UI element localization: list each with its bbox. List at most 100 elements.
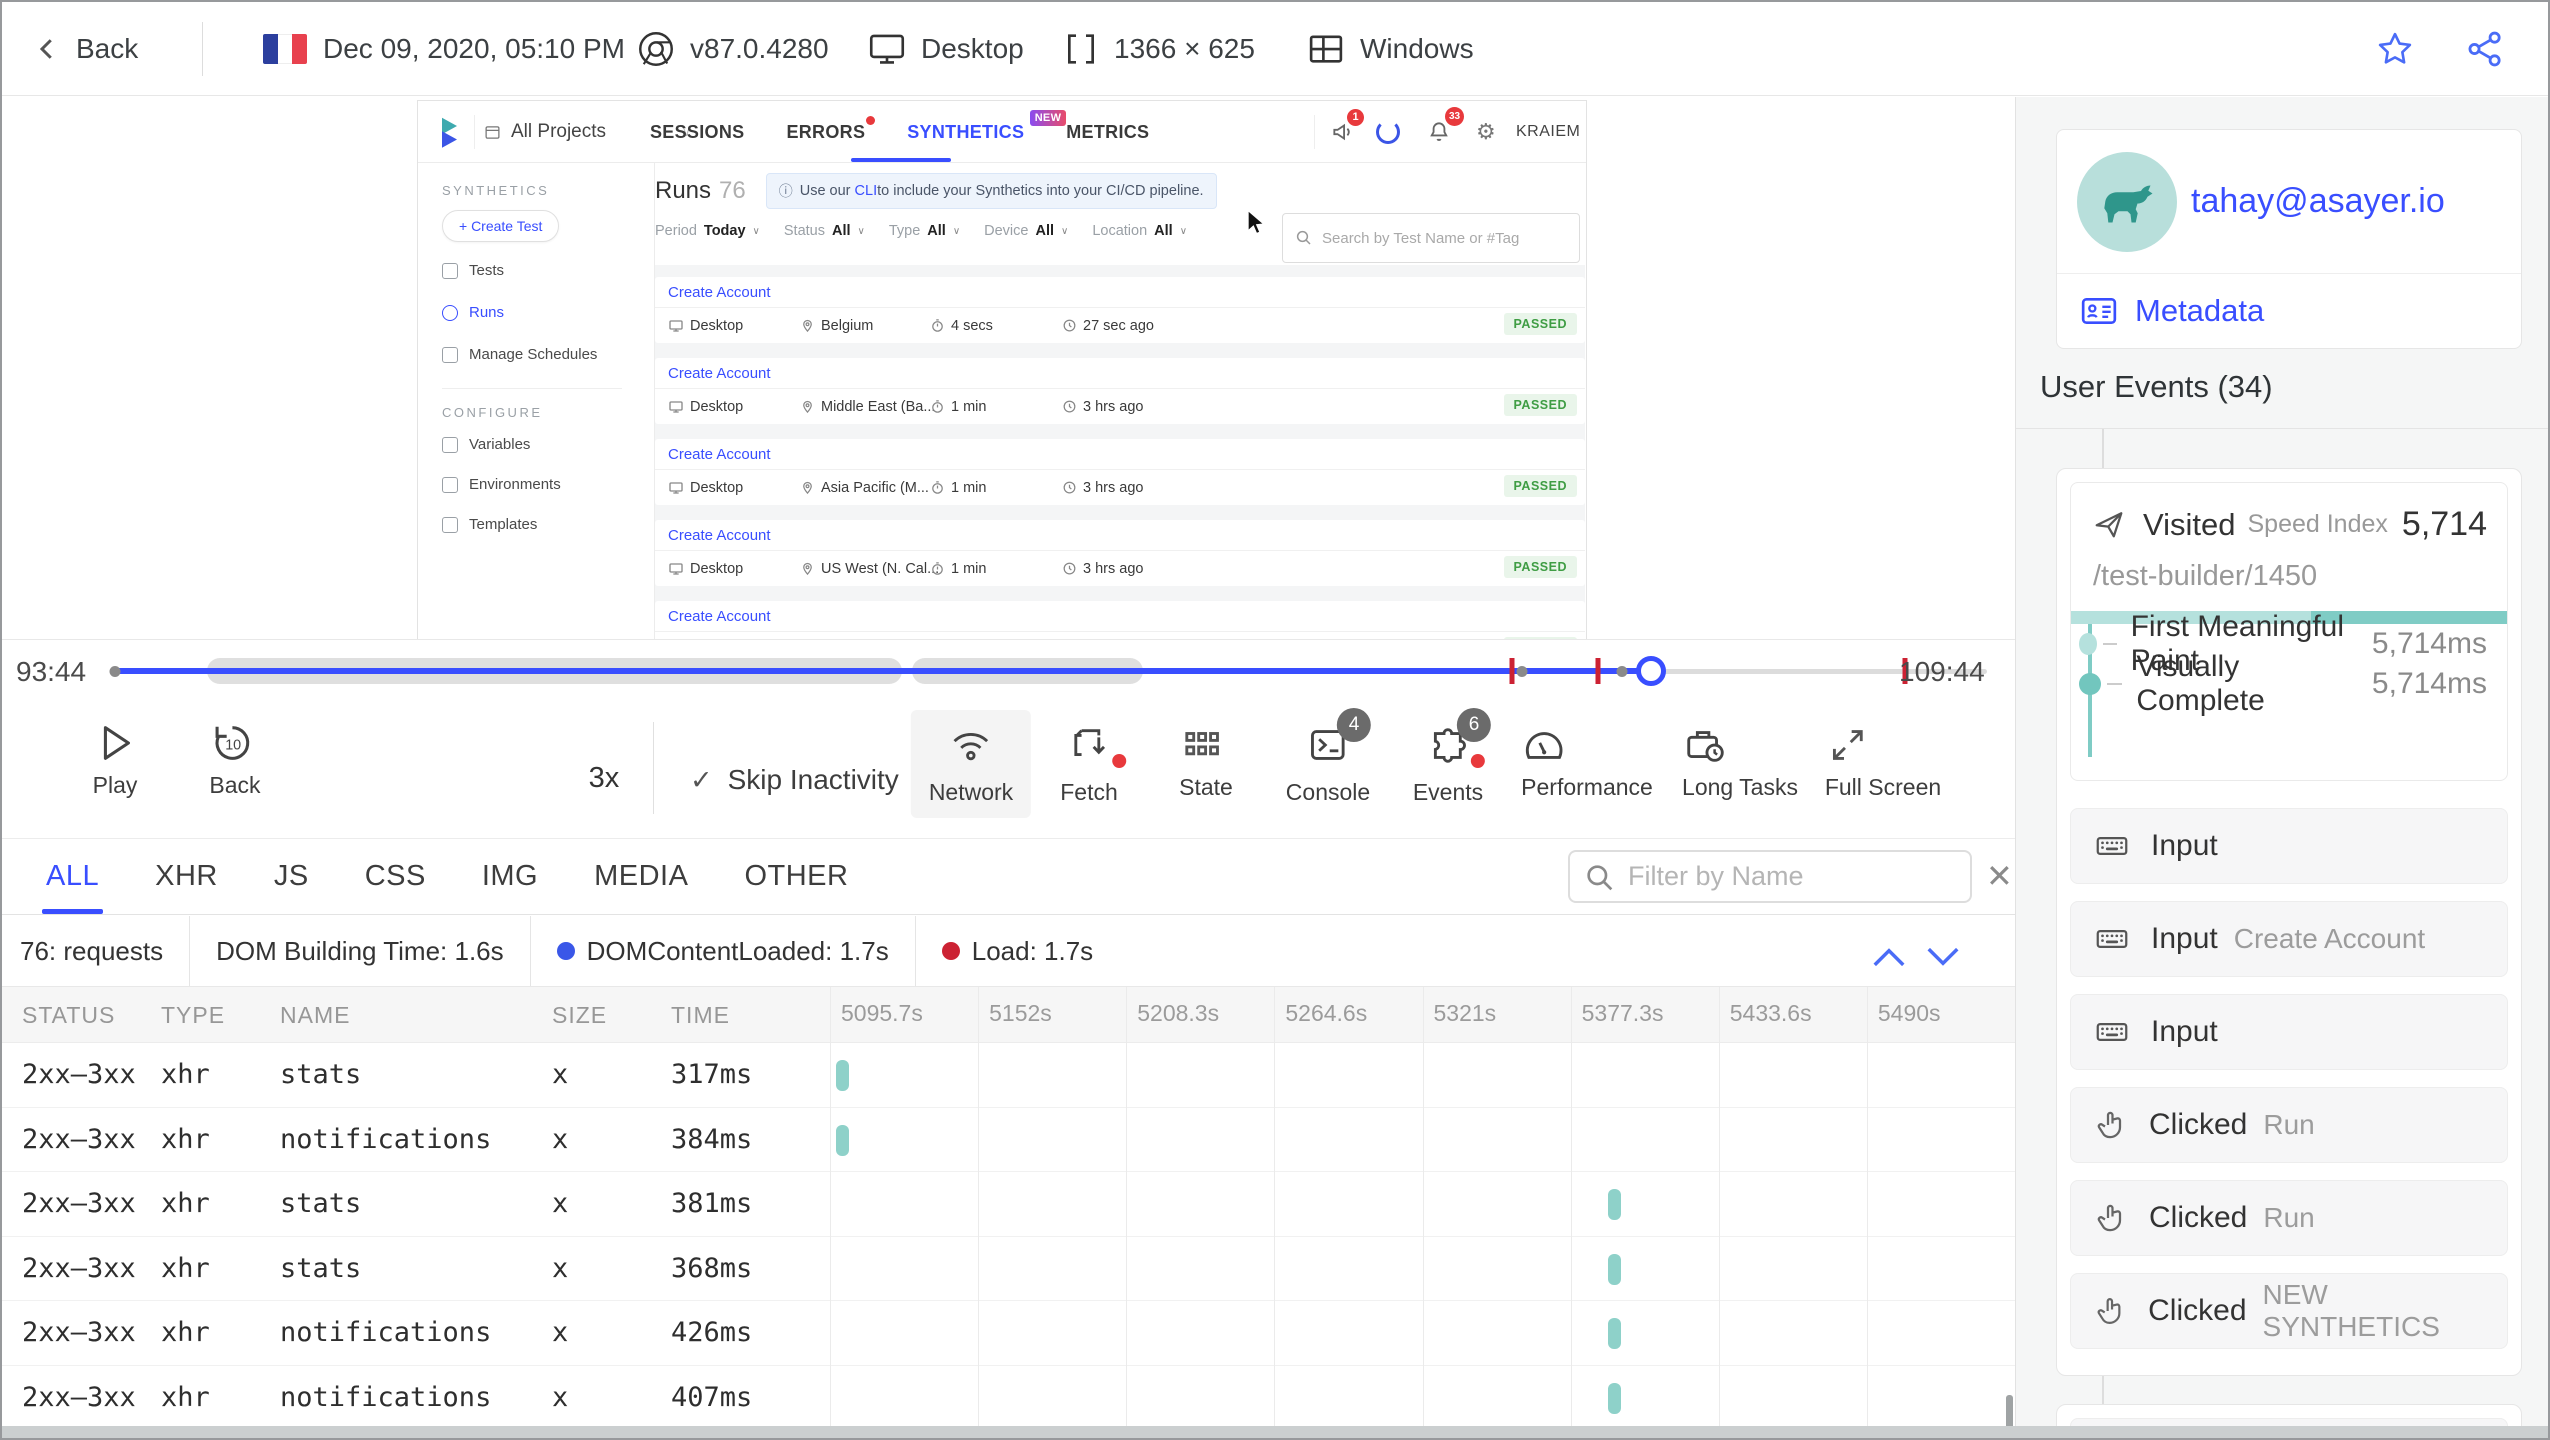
announce-badge: 1 [1347, 109, 1364, 126]
visited-event-card[interactable]: Visited Speed Index 5,714 /test-builder/… [2070, 482, 2508, 781]
run-row: Create Account Desktop Asia Pacific (M..… [655, 439, 1585, 505]
console-panel-button[interactable]: 4 Console [1268, 708, 1388, 818]
session-country-flag: Dec 09, 2020, 05:10 PM [263, 2, 625, 96]
network-type-tab[interactable]: XHR [155, 839, 218, 914]
announcements-icon: 1 [1330, 101, 1364, 163]
performance-panel-button[interactable]: Performance [1503, 710, 1671, 813]
metric-dash [2106, 683, 2123, 685]
sidebar-item-icon [442, 346, 458, 363]
network-type-tab[interactable]: OTHER [744, 839, 848, 914]
user-email-link[interactable]: tahay@asayer.io [2191, 182, 2445, 221]
project-selector-label: All Projects [511, 121, 607, 142]
red-dot-icon [941, 942, 960, 960]
play-icon [103, 726, 130, 760]
long-tasks-panel-button[interactable]: Long Tasks [1664, 710, 1816, 813]
windows-icon [1309, 35, 1343, 63]
event-connector [2102, 429, 2104, 468]
speed-toggle[interactable]: 3x [589, 762, 620, 795]
player-timeline[interactable]: 93:44 109:44 [2, 639, 2015, 702]
runs-filter: Location All ∨ [1092, 223, 1188, 239]
event-dot[interactable] [109, 666, 121, 677]
status-badge: PASSED [1503, 394, 1577, 416]
skip-inactivity-toggle[interactable]: ✓ Skip Inactivity [690, 764, 899, 796]
stopwatch-icon [932, 481, 943, 494]
state-panel-button[interactable]: State [1161, 710, 1251, 813]
sidebar-item-icon [442, 304, 458, 321]
favorite-button[interactable] [2374, 2, 2416, 96]
vertical-scrollbar-thumb[interactable] [2006, 1395, 2013, 1429]
network-request-row[interactable]: 2xx–3xx xhr notifications x 407ms [2, 1366, 2015, 1430]
back-label: Back [76, 33, 139, 64]
run-row: Create Account Desktop US West (N. Cal..… [655, 520, 1585, 586]
chevron-down-icon: ∨ [1061, 225, 1069, 237]
network-request-row[interactable]: 2xx–3xx xhr notifications x 384ms [2, 1108, 2015, 1172]
france-flag-icon [263, 34, 307, 64]
horizontal-scrollbar[interactable] [2, 1426, 2548, 1438]
network-request-row[interactable]: 2xx–3xx xhr notifications x 426ms [2, 1301, 2015, 1366]
network-request-row[interactable]: 2xx–3xx xhr stats x 368ms [2, 1237, 2015, 1301]
user-event-item[interactable]: Clicked Run [2070, 1087, 2508, 1163]
back-button[interactable]: Back [32, 2, 138, 96]
network-type-tab[interactable]: CSS [365, 839, 426, 914]
metadata-button[interactable]: Metadata [2057, 274, 2521, 348]
fetch-panel-button[interactable]: Fetch [1042, 710, 1136, 818]
request-timing-bar [836, 1060, 849, 1091]
user-event-item[interactable]: Input [2070, 808, 2508, 884]
stopwatch-icon [932, 562, 943, 575]
network-request-row[interactable]: 2xx–3xx xhr stats x 381ms [2, 1172, 2015, 1237]
cli-banner: ⓘ Use our CLI to include your Synthetics… [765, 173, 1217, 209]
event-dot[interactable] [1516, 666, 1528, 677]
event-tick[interactable] [1595, 658, 1601, 684]
event-dot[interactable] [1616, 666, 1628, 677]
timeline-progress [115, 668, 1651, 674]
play-button[interactable]: Play [92, 720, 138, 799]
mouse-cursor [1244, 209, 1268, 237]
network-type-tab[interactable]: MEDIA [594, 839, 688, 914]
dom-building-time: DOM Building Time: 1.6s [216, 935, 504, 966]
speed-index-value: 5,714 [2401, 505, 2487, 543]
kebab-menu-icon: ⋮ [1578, 101, 1586, 163]
red-dot-icon [866, 115, 876, 125]
chevron-left-icon [39, 39, 52, 59]
sidebar-item-icon [442, 476, 458, 493]
speed-index-label: Speed Index [2247, 510, 2388, 538]
run-name-link: Create Account [655, 358, 1585, 389]
share-button[interactable] [2464, 2, 2506, 96]
location-pin-icon [803, 481, 812, 495]
full-screen-icon [1832, 730, 1863, 760]
full-screen-button[interactable]: Full Screen [1807, 710, 1959, 813]
next-event-button[interactable] [1924, 944, 1962, 970]
prev-event-button[interactable] [1870, 944, 1908, 970]
network-filter-input[interactable] [1626, 852, 1956, 901]
network-type-tab[interactable]: ALL [41, 839, 104, 914]
notifications-bell-icon: 33 [1426, 101, 1464, 163]
back-10s-button[interactable]: 10 Back [209, 720, 261, 799]
visited-url: /test-builder/1450 [2093, 560, 2318, 592]
user-events-title: User Events (34) [2040, 369, 2273, 404]
events-panel-button[interactable]: 6 Events [1395, 708, 1501, 818]
user-event-item[interactable]: Clicked Run [2070, 1180, 2508, 1256]
replayed-app-header: All Projects ∨ SESSIONS ERRORS SYNTHETIC… [418, 101, 1586, 163]
paint-metric-row: Visually Complete 5,714ms [2071, 650, 2507, 717]
event-tick[interactable] [1509, 658, 1515, 684]
status-badge: PASSED [1503, 475, 1577, 497]
search-icon [1296, 230, 1311, 245]
user-event-item[interactable]: Input [2070, 994, 2508, 1070]
network-request-row[interactable]: 2xx–3xx xhr stats x 317ms [2, 1043, 2015, 1108]
network-filter-field[interactable] [1568, 850, 1972, 903]
state-icon [1185, 732, 1219, 756]
monitor-icon [869, 34, 905, 64]
user-event-item[interactable]: Input Create Account [2070, 901, 2508, 977]
navigate-icon [2095, 511, 2123, 537]
network-type-tab[interactable]: IMG [482, 839, 538, 914]
network-type-tab[interactable]: JS [274, 839, 309, 914]
user-event-item[interactable]: Clicked NEW SYNTHETICS [2070, 1273, 2508, 1349]
screen-size-icon [1068, 34, 1094, 64]
replayed-app-tabs: SESSIONS ERRORS SYNTHETICS NEW METRICS [650, 101, 1149, 163]
os-info: Windows [1305, 2, 1474, 96]
close-panel-button[interactable]: ✕ [1986, 857, 2013, 895]
network-panel-button[interactable]: Network [910, 710, 1032, 818]
run-name-link: Create Account [655, 439, 1585, 470]
blue-dot-icon [556, 942, 575, 960]
playhead-knob[interactable] [1636, 656, 1666, 686]
